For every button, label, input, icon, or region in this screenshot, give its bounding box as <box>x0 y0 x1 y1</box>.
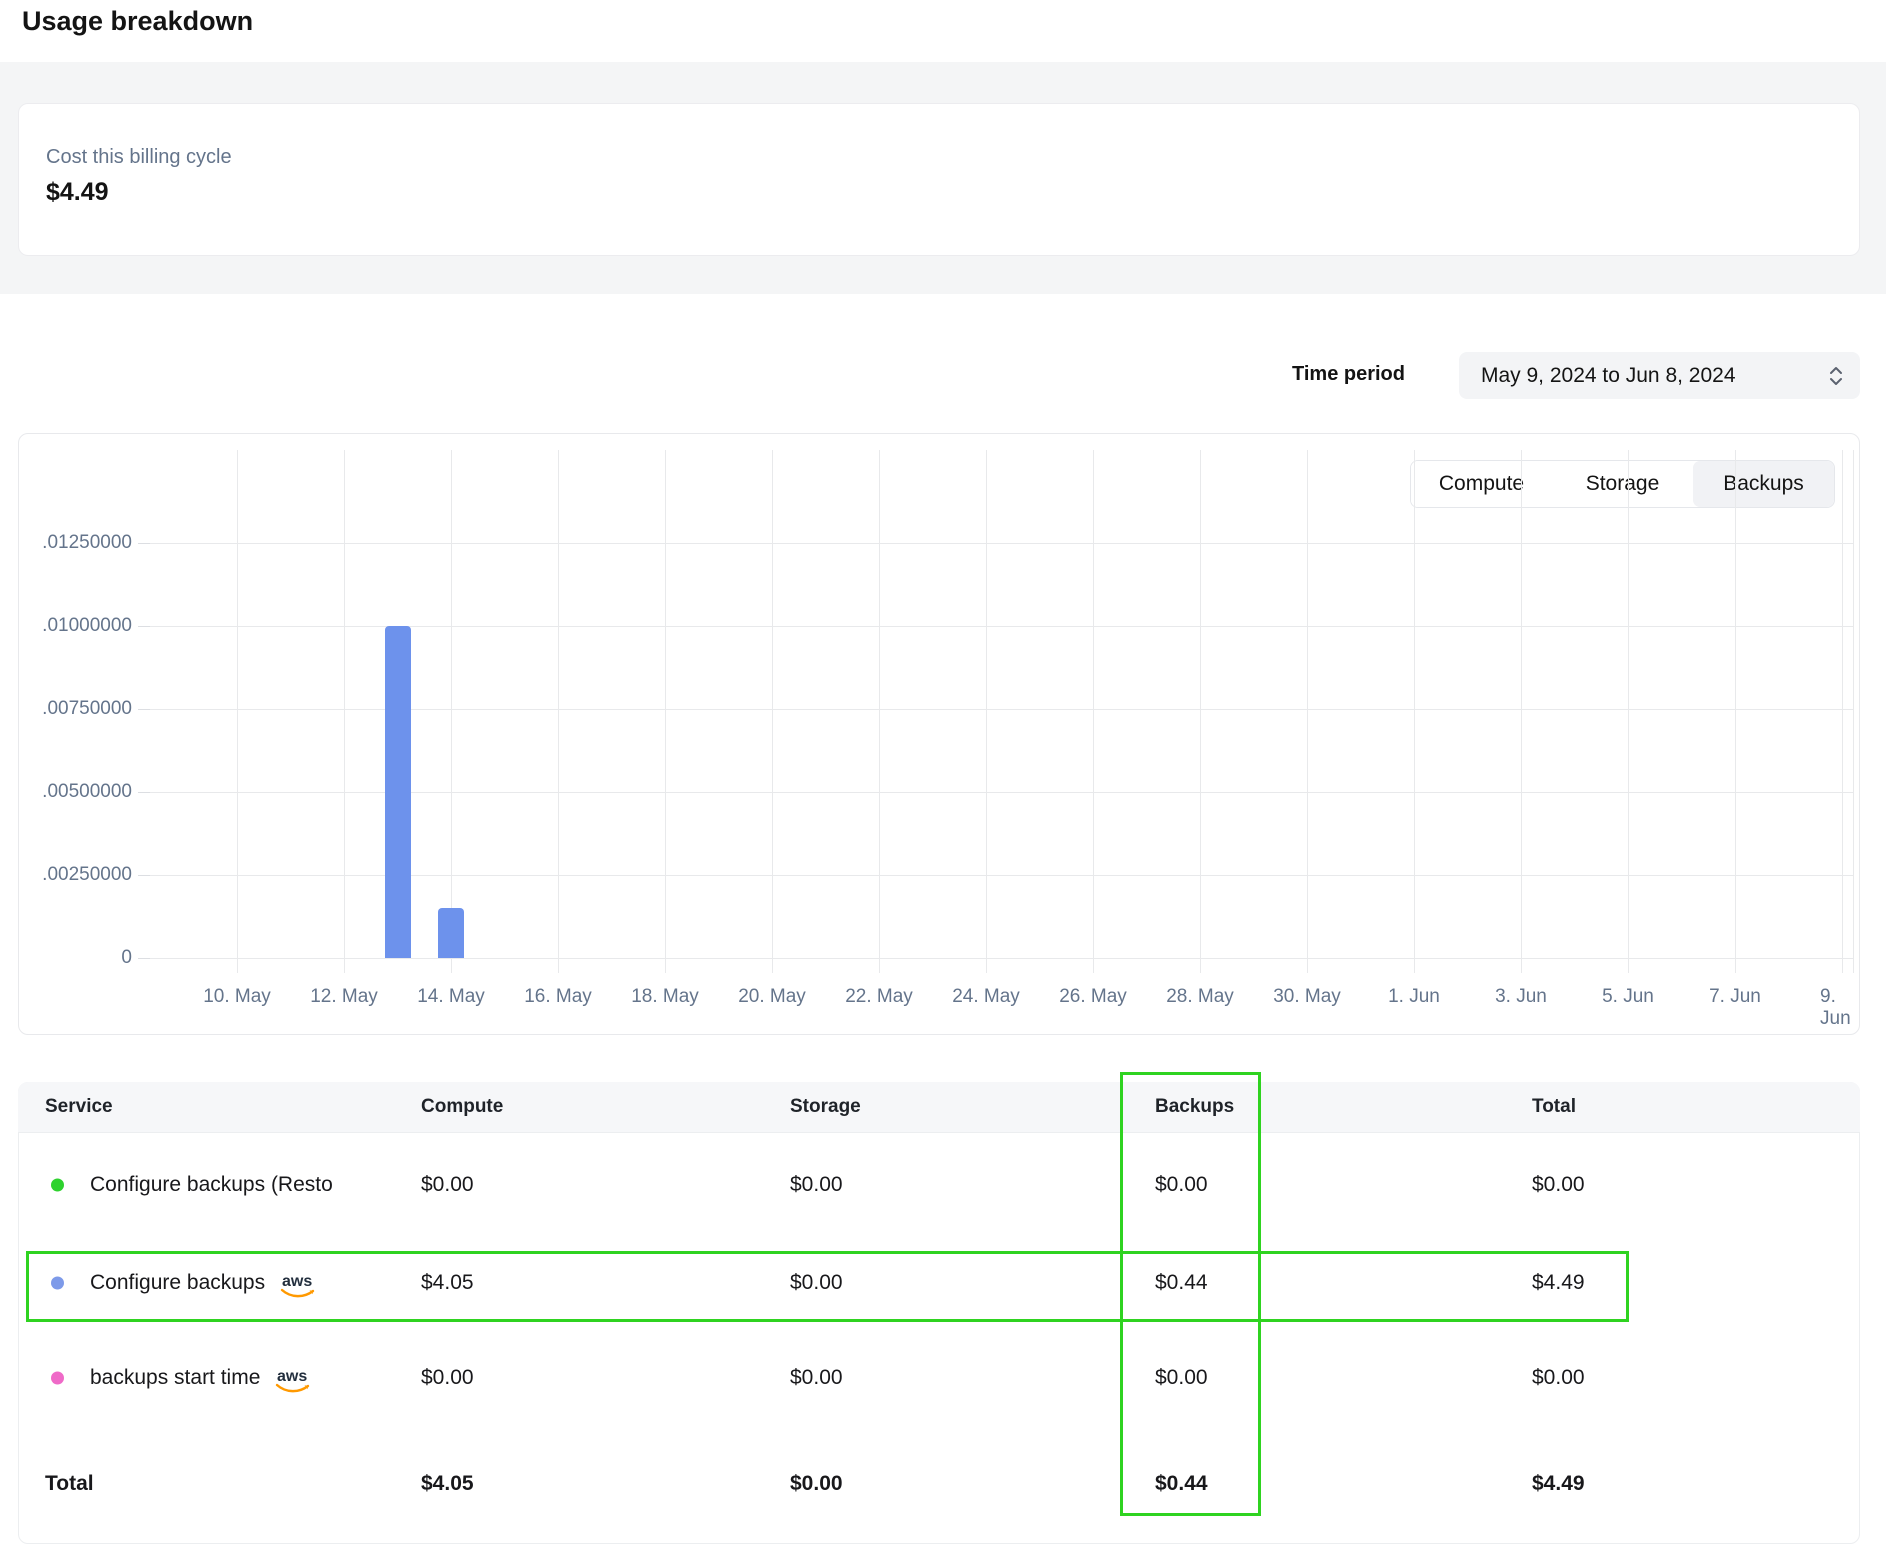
cell-backups: $0.00 <box>1155 1173 1208 1197</box>
tab-storage[interactable]: Storage <box>1552 461 1693 507</box>
x-axis-tick: 10. May <box>203 986 271 1008</box>
service-name: backups start time <box>90 1366 260 1390</box>
y-axis-tick: .01250000 <box>32 532 132 554</box>
x-axis-tick: 1. Jun <box>1388 986 1440 1008</box>
x-axis-tick: 5. Jun <box>1602 986 1654 1008</box>
cell-backups: $0.44 <box>1155 1271 1208 1295</box>
total-total: $4.49 <box>1532 1472 1585 1496</box>
col-header-backups: Backups <box>1155 1096 1234 1118</box>
cell-compute: $0.00 <box>421 1173 474 1197</box>
y-axis-tick: .00750000 <box>32 698 132 720</box>
x-axis-tick: 26. May <box>1059 986 1127 1008</box>
cell-storage: $0.00 <box>790 1173 843 1197</box>
time-period-value: May 9, 2024 to Jun 8, 2024 <box>1481 364 1736 388</box>
table-row-service: backups start time aws <box>90 1363 312 1393</box>
cost-card-label: Cost this billing cycle <box>46 146 232 169</box>
cost-card <box>18 103 1860 256</box>
usage-breakdown-page: Usage breakdown Cost this billing cycle … <box>0 0 1886 1548</box>
cell-storage: $0.00 <box>790 1366 843 1390</box>
x-axis-tick: 30. May <box>1273 986 1341 1008</box>
x-axis-tick: 9. Jun <box>1820 986 1864 1030</box>
cell-backups: $0.00 <box>1155 1366 1208 1390</box>
service-dot <box>51 1179 64 1192</box>
chart-bar[interactable] <box>385 626 411 958</box>
table-row-service: Configure backups (Resto <box>90 1173 333 1197</box>
col-header-compute: Compute <box>421 1096 503 1118</box>
table-header-row <box>18 1082 1860 1133</box>
x-axis-tick: 12. May <box>310 986 378 1008</box>
x-axis-tick: 28. May <box>1166 986 1234 1008</box>
x-axis-tick: 3. Jun <box>1495 986 1547 1008</box>
y-axis-tick: 0 <box>32 947 132 969</box>
cell-compute: $0.00 <box>421 1366 474 1390</box>
x-axis-tick: 22. May <box>845 986 913 1008</box>
cell-total: $4.49 <box>1532 1271 1585 1295</box>
service-dot <box>51 1277 64 1290</box>
table-row-service: Configure backups aws <box>90 1268 317 1298</box>
time-period-select[interactable]: May 9, 2024 to Jun 8, 2024 <box>1459 352 1860 399</box>
cost-card-value: $4.49 <box>46 178 109 207</box>
total-compute: $4.05 <box>421 1472 474 1496</box>
chart-bar[interactable] <box>438 908 464 958</box>
service-dot <box>51 1372 64 1385</box>
page-title: Usage breakdown <box>22 6 253 37</box>
aws-logo-icon: aws <box>274 1366 312 1396</box>
usage-chart-card <box>18 433 1860 1035</box>
service-name: Configure backups (Resto <box>90 1173 333 1197</box>
cell-compute: $4.05 <box>421 1271 474 1295</box>
cell-total: $0.00 <box>1532 1173 1585 1197</box>
x-axis-tick: 7. Jun <box>1709 986 1761 1008</box>
chart-tab-group: Compute Storage Backups <box>1410 460 1835 508</box>
tab-compute[interactable]: Compute <box>1411 461 1552 507</box>
updown-chevron-icon <box>1828 365 1844 387</box>
col-header-storage: Storage <box>790 1096 861 1118</box>
total-row-label: Total <box>45 1472 94 1496</box>
col-header-service: Service <box>45 1096 113 1118</box>
x-axis-tick: 16. May <box>524 986 592 1008</box>
total-storage: $0.00 <box>790 1472 843 1496</box>
service-name: Configure backups <box>90 1271 265 1295</box>
y-axis-tick: .01000000 <box>32 615 132 637</box>
x-axis-tick: 20. May <box>738 986 806 1008</box>
cell-total: $0.00 <box>1532 1366 1585 1390</box>
y-axis-tick: .00250000 <box>32 864 132 886</box>
x-axis-tick: 14. May <box>417 986 485 1008</box>
aws-logo-icon: aws <box>279 1271 317 1301</box>
x-axis-tick: 24. May <box>952 986 1020 1008</box>
col-header-total: Total <box>1532 1096 1576 1118</box>
time-period-label: Time period <box>1292 363 1405 386</box>
tab-backups[interactable]: Backups <box>1693 461 1834 507</box>
svg-text:aws: aws <box>282 1273 312 1290</box>
total-backups: $0.44 <box>1155 1472 1208 1496</box>
svg-text:aws: aws <box>277 1368 307 1385</box>
y-axis-tick: .00500000 <box>32 781 132 803</box>
cell-storage: $0.00 <box>790 1271 843 1295</box>
x-axis-tick: 18. May <box>631 986 699 1008</box>
